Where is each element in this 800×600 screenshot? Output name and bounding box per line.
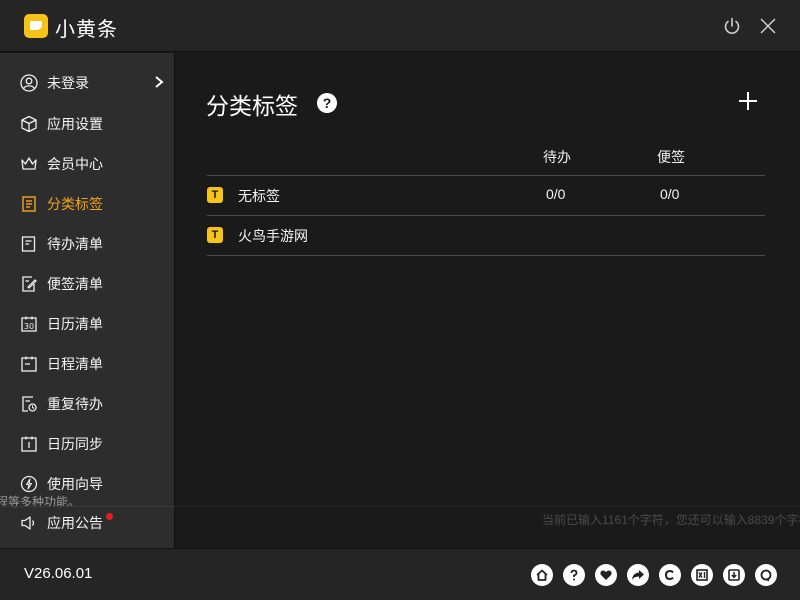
sidebar-item-label: 便签清单 [47,276,103,292]
note-edit-icon [20,275,38,293]
sidebar-item-repeat-todo[interactable]: 重复待办 [0,386,175,422]
divider [176,506,800,507]
share-button[interactable] [627,564,649,586]
repeat-icon [20,395,38,413]
character-count-text: 当前已输入1161个字符，您还可以输入8839个字符 [542,513,800,527]
share-icon [632,570,644,580]
app-logo-icon [24,14,48,38]
sidebar-item-label: 应用设置 [47,116,103,132]
sidebar-item-label: 日历清单 [47,316,103,332]
sidebar-item-membership[interactable]: 会员中心 [0,146,175,182]
power-icon [724,17,740,34]
sidebar-item-label: 待办清单 [47,236,103,252]
add-tag-button[interactable] [736,89,760,113]
sidebar-item-category-tags[interactable]: 分类标签 [0,186,175,222]
column-header-note: 便签 [657,149,685,165]
main-panel: 分类标签 ? 待办 便签 T 无标签 0/0 0/0 T 火鸟手游网 当前已输入… [176,53,800,548]
list-icon [20,195,38,213]
sidebar-item-calendar-list[interactable]: 30 日历清单 [0,306,175,342]
sidebar-item-calendar-sync[interactable]: 日历同步 [0,426,175,462]
support-icon [760,569,772,582]
tag-icon: T [207,227,223,243]
sidebar-item-label: 会员中心 [47,156,103,172]
column-header-todo: 待办 [543,149,571,165]
sidebar-item-settings[interactable]: 应用设置 [0,106,175,142]
favorite-button[interactable] [595,564,617,586]
export-icon [696,569,708,581]
chevron-right-icon [153,75,165,92]
close-button[interactable] [758,16,778,36]
sidebar-item-label: 应用公告 [47,515,103,531]
help-icon[interactable]: ? [317,93,337,113]
cube-icon [20,115,38,133]
home-button[interactable] [531,564,553,586]
sidebar-item-login[interactable]: 未登录 [0,65,175,101]
tag-todo-count: 0/0 [546,186,566,202]
footer: V26.06.01 [0,548,800,600]
sidebar-item-label: 重复待办 [47,396,103,412]
calendar-icon: 30 [20,315,38,333]
notification-dot [106,513,113,520]
svg-text:30: 30 [24,322,34,331]
help-button[interactable] [563,564,585,586]
sidebar-item-announcement[interactable]: 应用公告 [0,505,175,541]
version-label: V26.06.01 [24,565,93,582]
sidebar-item-note-list[interactable]: 便签清单 [0,266,175,302]
page-title: 分类标签 [206,93,298,119]
table-divider [207,255,765,256]
sidebar-item-label: 日历同步 [47,436,103,452]
export-button[interactable] [691,564,713,586]
sidebar-item-label: 使用向导 [47,476,103,492]
close-icon [760,18,776,34]
sidebar-item-label: 分类标签 [47,196,103,212]
download-icon [728,569,740,581]
tag-note-count: 0/0 [660,186,680,202]
tag-icon: T [207,187,223,203]
todo-icon [20,235,38,253]
schedule-icon [20,355,38,373]
sidebar-item-schedule-list[interactable]: 日程清单 [0,346,175,382]
copyright-button[interactable] [659,564,681,586]
app-title: 小黄条 [55,19,118,41]
crown-icon [20,155,38,173]
user-icon [20,74,38,92]
sidebar: 未登录 应用设置 会员中心 分类标签 待办清单 便签清单 30 日历清单 日程清… [0,53,175,548]
sidebar-item-todo-list[interactable]: 待办清单 [0,226,175,262]
calendar-sync-icon [20,435,38,453]
plus-icon [739,92,757,110]
sidebar-item-label: 日程清单 [47,356,103,372]
tag-name: 火鸟手游网 [238,228,308,244]
speaker-icon [20,514,38,532]
sidebar-item-label: 未登录 [47,75,89,91]
heart-icon [600,570,612,580]
support-button[interactable] [755,564,777,586]
question-icon [570,569,578,581]
copyright-icon [664,569,674,581]
power-button[interactable] [722,16,742,36]
table-row[interactable]: T 无标签 0/0 0/0 [207,175,765,215]
download-button[interactable] [723,564,745,586]
title-bar: 小黄条 [0,0,800,52]
home-icon [536,569,548,581]
tag-name: 无标签 [238,188,280,204]
table-row[interactable]: T 火鸟手游网 [207,215,765,255]
lightning-icon [20,475,38,493]
